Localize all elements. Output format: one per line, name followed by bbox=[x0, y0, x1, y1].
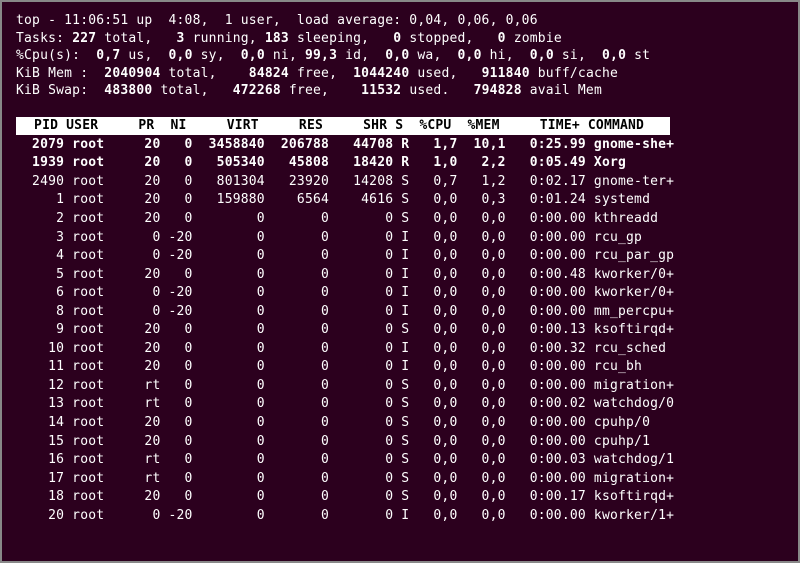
cpu-wa: wa, bbox=[417, 48, 457, 63]
mem-total-label: total, bbox=[169, 66, 241, 81]
summary-line-uptime: top - 11:06:51 up 4:08, 1 user, load ave… bbox=[16, 12, 784, 30]
tasks-stopped-label: stopped, bbox=[409, 31, 497, 46]
process-row[interactable]: 6 root 0 -20 0 0 0 I 0,0 0,0 0:00.00 kwo… bbox=[16, 284, 784, 302]
swap-total: 483800 bbox=[104, 83, 160, 98]
tasks-stopped: 0 bbox=[393, 31, 409, 46]
process-row[interactable]: 5 root 20 0 0 0 0 I 0,0 0,0 0:00.48 kwor… bbox=[16, 266, 784, 284]
cpu-label: %Cpu(s): bbox=[16, 48, 96, 63]
mem-total: 2040904 bbox=[96, 66, 168, 81]
mem-free-label: free, bbox=[297, 66, 353, 81]
process-row[interactable]: 1939 root 20 0 505340 45808 18420 R 1,0 … bbox=[16, 154, 784, 172]
cpu-sy: sy, bbox=[201, 48, 241, 63]
cpu-us: us, bbox=[128, 48, 168, 63]
swap-total-label: total, bbox=[160, 83, 232, 98]
cpu-st: st bbox=[634, 48, 650, 63]
process-row[interactable]: 14 root 20 0 0 0 0 S 0,0 0,0 0:00.00 cpu… bbox=[16, 414, 784, 432]
cpu-si-val: 0,0 bbox=[530, 48, 562, 63]
process-row[interactable]: 11 root 20 0 0 0 0 I 0,0 0,0 0:00.00 rcu… bbox=[16, 358, 784, 376]
tasks-running: 3 bbox=[177, 31, 193, 46]
tasks-total-label: total, bbox=[104, 31, 176, 46]
process-row[interactable]: 17 root rt 0 0 0 0 S 0,0 0,0 0:00.00 mig… bbox=[16, 470, 784, 488]
process-row[interactable]: 8 root 0 -20 0 0 0 I 0,0 0,0 0:00.00 mm_… bbox=[16, 303, 784, 321]
mem-cache-label: buff/cache bbox=[538, 66, 618, 81]
process-row[interactable]: 13 root rt 0 0 0 0 S 0,0 0,0 0:00.02 wat… bbox=[16, 395, 784, 413]
tasks-sleeping-label: sleeping, bbox=[297, 31, 393, 46]
cpu-wa-val: 0,0 bbox=[385, 48, 417, 63]
cpu-hi-val: 0,0 bbox=[458, 48, 490, 63]
swap-label: KiB Swap: bbox=[16, 83, 104, 98]
process-row[interactable]: 18 root 20 0 0 0 0 S 0,0 0,0 0:00.17 kso… bbox=[16, 488, 784, 506]
mem-cache: 911840 bbox=[482, 66, 538, 81]
process-rows: 2079 root 20 0 3458840 206788 44708 R 1,… bbox=[16, 136, 784, 524]
summary-line-tasks: Tasks: 227 total, 3 running, 183 sleepin… bbox=[16, 30, 784, 48]
mem-used: 1044240 bbox=[353, 66, 417, 81]
process-row[interactable]: 10 root 20 0 0 0 0 I 0,0 0,0 0:00.32 rcu… bbox=[16, 340, 784, 358]
tasks-zombie-label: zombie bbox=[514, 31, 562, 46]
column-header-line: PID USER PR NI VIRT RES SHR S %CPU %MEM … bbox=[16, 117, 784, 135]
process-row[interactable]: 20 root 0 -20 0 0 0 I 0,0 0,0 0:00.00 kw… bbox=[16, 507, 784, 525]
cpu-ni-val: 0,0 bbox=[241, 48, 273, 63]
blank-line bbox=[16, 100, 784, 118]
process-row[interactable]: 4 root 0 -20 0 0 0 I 0,0 0,0 0:00.00 rcu… bbox=[16, 247, 784, 265]
swap-used-label: used. bbox=[409, 83, 473, 98]
process-row[interactable]: 2 root 20 0 0 0 0 S 0,0 0,0 0:00.00 kthr… bbox=[16, 210, 784, 228]
tasks-sleeping: 183 bbox=[265, 31, 297, 46]
tasks-label: Tasks: bbox=[16, 31, 72, 46]
process-row[interactable]: 9 root 20 0 0 0 0 S 0,0 0,0 0:00.13 ksof… bbox=[16, 321, 784, 339]
process-row[interactable]: 2490 root 20 0 801304 23920 14208 S 0,7 … bbox=[16, 173, 784, 191]
terminal-top[interactable]: top - 11:06:51 up 4:08, 1 user, load ave… bbox=[0, 0, 800, 563]
tasks-total: 227 bbox=[72, 31, 104, 46]
process-row[interactable]: 15 root 20 0 0 0 0 S 0,0 0,0 0:00.00 cpu… bbox=[16, 433, 784, 451]
tasks-running-label: running, bbox=[193, 31, 265, 46]
mem-used-label: used, bbox=[417, 66, 481, 81]
mem-label: KiB Mem : bbox=[16, 66, 96, 81]
cpu-si: si, bbox=[562, 48, 602, 63]
cpu-id-val: 99,3 bbox=[305, 48, 345, 63]
summary-line-cpu: %Cpu(s): 0,7 us, 0,0 sy, 0,0 ni, 99,3 id… bbox=[16, 47, 784, 65]
cpu-ni: ni, bbox=[273, 48, 305, 63]
mem-free: 84824 bbox=[241, 66, 297, 81]
process-row[interactable]: 12 root rt 0 0 0 0 S 0,0 0,0 0:00.00 mig… bbox=[16, 377, 784, 395]
process-row[interactable]: 16 root rt 0 0 0 0 S 0,0 0,0 0:00.03 wat… bbox=[16, 451, 784, 469]
process-row[interactable]: 1 root 20 0 159880 6564 4616 S 0,0 0,3 0… bbox=[16, 191, 784, 209]
cpu-id: id, bbox=[345, 48, 385, 63]
process-row[interactable]: 3 root 0 -20 0 0 0 I 0,0 0,0 0:00.00 rcu… bbox=[16, 229, 784, 247]
cpu-st-val: 0,0 bbox=[602, 48, 634, 63]
swap-avail-label: avail Mem bbox=[530, 83, 602, 98]
swap-used: 11532 bbox=[361, 83, 409, 98]
cpu-sy-val: 0,0 bbox=[169, 48, 201, 63]
process-row[interactable]: 2079 root 20 0 3458840 206788 44708 R 1,… bbox=[16, 136, 784, 154]
summary-line-mem: KiB Mem : 2040904 total, 84824 free, 104… bbox=[16, 65, 784, 83]
column-headers[interactable]: PID USER PR NI VIRT RES SHR S %CPU %MEM … bbox=[16, 117, 670, 135]
cpu-hi: hi, bbox=[490, 48, 530, 63]
swap-free-label: free, bbox=[289, 83, 361, 98]
summary-line-swap: KiB Swap: 483800 total, 472268 free, 115… bbox=[16, 82, 784, 100]
swap-avail: 794828 bbox=[474, 83, 530, 98]
swap-free: 472268 bbox=[233, 83, 289, 98]
tasks-zombie: 0 bbox=[498, 31, 514, 46]
cpu-us-val: 0,7 bbox=[96, 48, 128, 63]
